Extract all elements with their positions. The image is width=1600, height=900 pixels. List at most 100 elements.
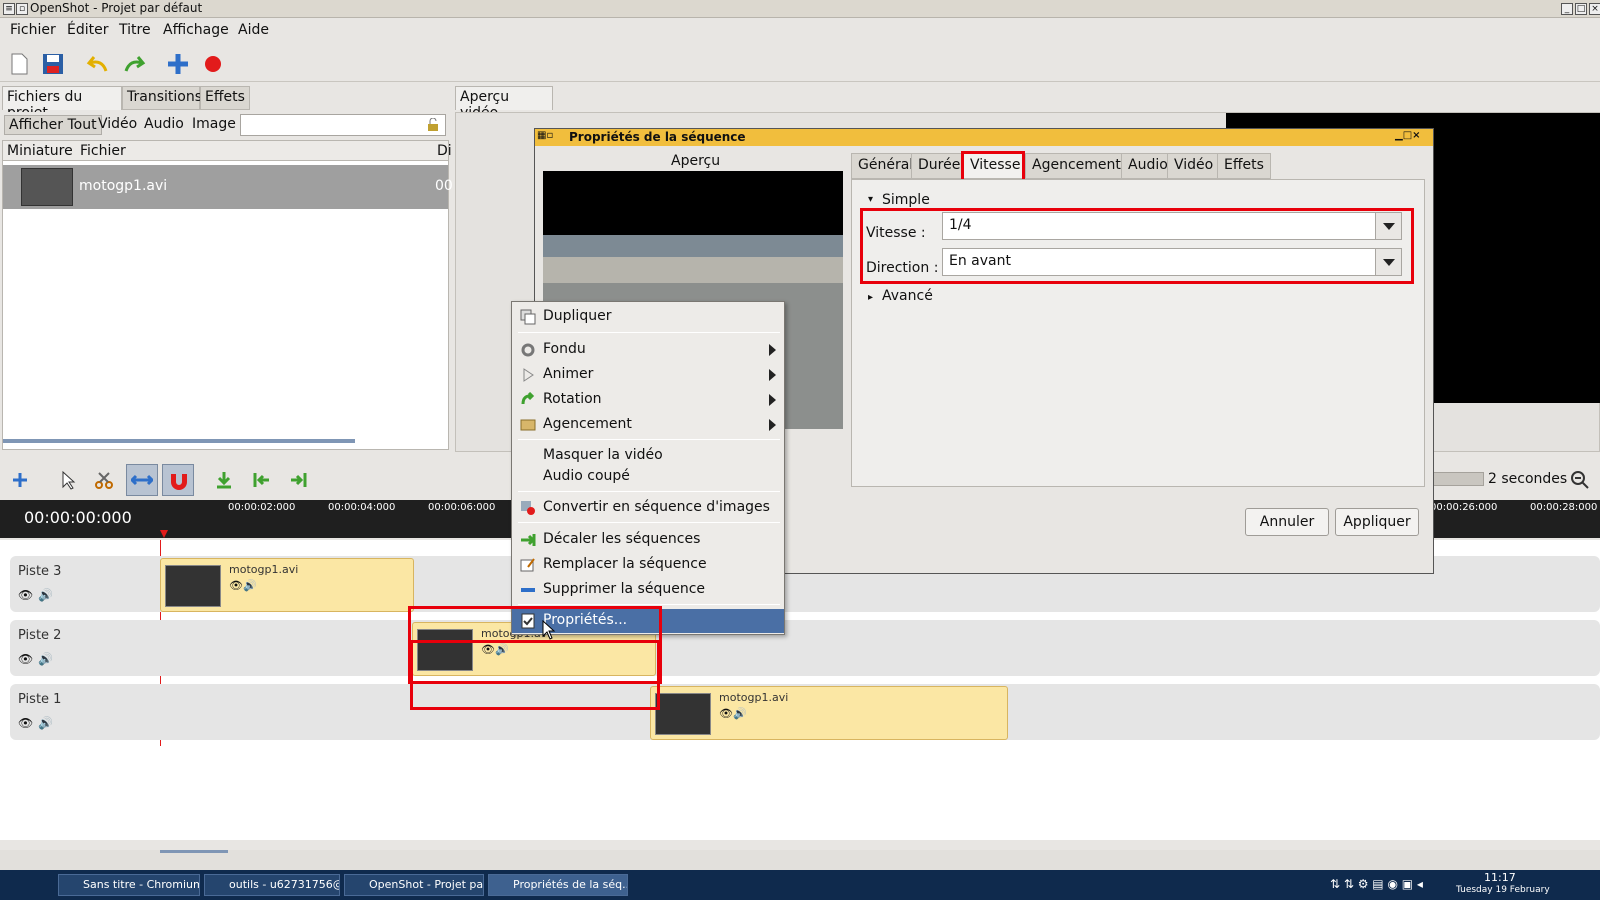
filter-all[interactable]: Afficher Tout — [4, 115, 102, 135]
menu-item-duplicate[interactable]: Dupliquer — [512, 305, 784, 329]
section-simple[interactable]: Simple — [882, 192, 930, 208]
window-menu-icon[interactable]: ≡ — [3, 3, 15, 15]
clock-date: Tuesday 19 February — [1456, 885, 1550, 895]
menu-item-fade[interactable]: Fondu — [512, 338, 784, 362]
speaker-icon[interactable]: 🔊 — [38, 716, 53, 730]
menu-editer[interactable]: Éditer — [67, 22, 108, 38]
undo-icon[interactable] — [86, 51, 112, 77]
clip-name: motogp1.avi — [229, 563, 299, 576]
eye-icon[interactable]: 👁 — [18, 588, 33, 602]
column-duration[interactable]: Di — [437, 143, 452, 159]
task-properties-dialog[interactable]: Propriétés de la séq... — [488, 874, 628, 896]
cancel-button[interactable]: Annuler — [1245, 508, 1329, 536]
add-file-icon[interactable] — [165, 51, 191, 77]
menu-titre[interactable]: Titre — [119, 22, 151, 38]
menu-aide[interactable]: Aide — [238, 22, 269, 38]
task-filezilla[interactable]: outils - u62731756@... — [204, 874, 340, 896]
tick-label: 00:00:02:000 — [228, 502, 296, 513]
tab-effects[interactable]: Effets — [200, 86, 250, 110]
save-icon[interactable] — [40, 51, 66, 77]
expander-down-icon[interactable]: ▾ — [868, 194, 873, 205]
clip-eye-icon[interactable]: 👁🔊 — [719, 707, 747, 720]
menu-item-layout[interactable]: Agencement — [512, 413, 784, 437]
add-marker-icon[interactable] — [214, 470, 234, 490]
menu-label: Dupliquer — [543, 308, 612, 324]
tab-duration[interactable]: Durée — [911, 153, 968, 179]
dialog-menu-icon[interactable]: ▦▫ — [537, 130, 553, 141]
window-sticky-icon[interactable]: ▫ — [16, 3, 28, 15]
timecode: 00:00:00:000 — [24, 508, 132, 527]
submenu-arrow-icon — [769, 394, 776, 406]
main-toolbar — [0, 44, 1600, 82]
redo-icon[interactable] — [120, 51, 146, 77]
menu-item-shift-clips[interactable]: Décaler les séquences — [512, 528, 784, 552]
razor-tool-icon[interactable] — [94, 470, 114, 490]
maximize-icon[interactable]: □ — [1575, 3, 1587, 15]
zoom-out-icon[interactable] — [1570, 470, 1590, 490]
expander-right-icon[interactable]: ▸ — [868, 292, 873, 303]
tab-general[interactable]: Général — [851, 153, 921, 179]
minimize-icon[interactable]: _ — [1561, 3, 1573, 15]
column-file[interactable]: Fichier — [80, 143, 126, 159]
tab-project-files[interactable]: Fichiers du projet — [2, 86, 122, 121]
clip[interactable]: motogp1.avi 👁🔊 — [160, 558, 414, 612]
menu-separator — [518, 604, 780, 605]
clear-search-icon[interactable] — [426, 118, 440, 132]
list-item[interactable]: motogp1.avi 00 — [3, 165, 453, 209]
filter-audio[interactable]: Audio — [144, 116, 184, 132]
close-icon[interactable]: × — [1589, 3, 1600, 15]
tab-layout[interactable]: Agencement — [1025, 153, 1128, 179]
menu-item-convert-image-sequence[interactable]: Convertir en séquence d'images — [512, 496, 784, 520]
preview-label: Aperçu — [671, 153, 721, 169]
remove-icon — [521, 588, 535, 592]
file-list-header: Miniature Fichier Di — [2, 140, 452, 162]
tab-video-preview[interactable]: Aperçu vidéo — [455, 86, 553, 121]
menu-label: Supprimer la séquence — [543, 581, 706, 597]
next-marker-icon[interactable] — [288, 470, 308, 490]
track-label: Piste 3 — [18, 564, 62, 579]
playhead-marker[interactable] — [160, 530, 168, 538]
zoom-slider[interactable] — [1432, 472, 1484, 486]
search-input[interactable] — [240, 114, 446, 136]
menu-item-replace-clip[interactable]: Remplacer la séquence — [512, 553, 784, 577]
duplicate-icon — [520, 309, 536, 325]
clip-eye-icon[interactable]: 👁🔊 — [229, 579, 257, 592]
menu-fichier[interactable]: Fichier — [10, 22, 56, 38]
tab-video[interactable]: Vidéo — [1167, 153, 1221, 179]
menu-item-animate[interactable]: Animer — [512, 363, 784, 387]
menu-item-delete-clip[interactable]: Supprimer la séquence — [512, 578, 784, 602]
tab-effects[interactable]: Effets — [1217, 153, 1271, 179]
select-tool-icon[interactable] — [58, 470, 78, 490]
resize-tool-icon — [131, 474, 153, 486]
column-thumbnail[interactable]: Miniature — [7, 143, 73, 159]
menu-separator — [518, 332, 780, 333]
scrollbar-thumb[interactable] — [160, 850, 228, 853]
shift-icon — [521, 534, 536, 546]
previous-marker-icon[interactable] — [252, 470, 272, 490]
filter-image[interactable]: Image — [192, 116, 236, 132]
record-icon[interactable] — [200, 51, 226, 77]
dialog-window-buttons[interactable]: ▁□× — [1395, 130, 1421, 141]
section-advanced[interactable]: Avancé — [882, 288, 933, 304]
timeline-scrollbar[interactable] — [0, 850, 1600, 870]
clip-context-menu: Dupliquer Fondu Animer Rotation Agenceme… — [511, 301, 785, 640]
menu-label: Masquer la vidéo — [543, 447, 663, 463]
task-openshot[interactable]: OpenShot - Projet pa... — [344, 874, 484, 896]
clip[interactable]: motogp1.avi 👁🔊 — [650, 686, 1008, 740]
task-chromium[interactable]: Sans titre - Chromium — [58, 874, 200, 896]
menu-affichage[interactable]: Affichage — [163, 22, 229, 38]
menu-item-rotation[interactable]: Rotation — [512, 388, 784, 412]
tray-icons[interactable]: ⇅ ⇅ ⚙ ▤ ◉ ▣ ◂ — [1330, 877, 1423, 891]
menu-separator — [518, 522, 780, 523]
tab-transitions[interactable]: Transitions — [122, 86, 202, 110]
new-file-icon[interactable] — [6, 51, 32, 77]
apply-button[interactable]: Appliquer — [1335, 508, 1419, 536]
filter-video[interactable]: Vidéo — [98, 116, 137, 132]
eye-icon[interactable]: 👁 — [18, 716, 33, 730]
menu-item-mute-audio[interactable]: Audio coupé — [512, 465, 784, 489]
snap-toggle-button[interactable] — [162, 464, 194, 496]
resize-tool-button[interactable] — [126, 464, 158, 496]
horizontal-scrollbar[interactable] — [3, 439, 355, 443]
speaker-icon[interactable]: 🔊 — [38, 588, 53, 602]
add-track-icon[interactable] — [10, 470, 30, 490]
